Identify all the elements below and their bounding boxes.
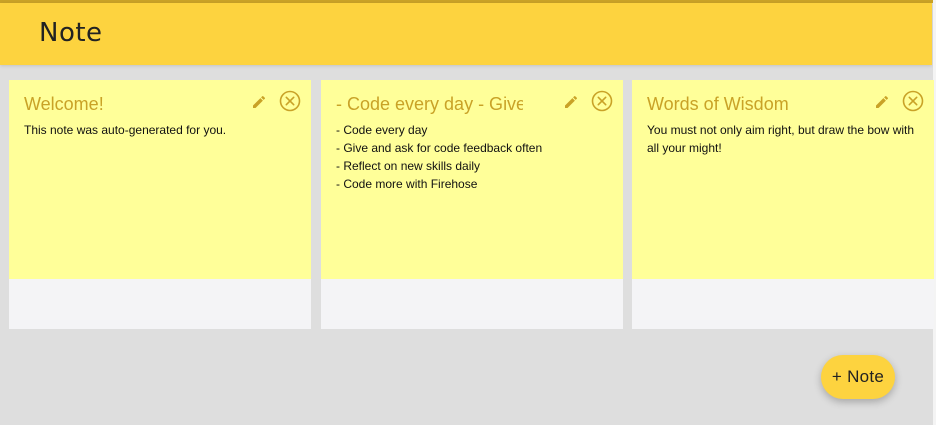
note-card: - Code every day - Give and ask for code…	[321, 80, 623, 329]
note-body[interactable]: - Code every day - Give and ask for code…	[336, 121, 614, 193]
note-body-line: You must not only aim right, but draw th…	[647, 123, 915, 155]
note-body-line: This note was auto-generated for you.	[24, 123, 227, 137]
pencil-icon[interactable]	[250, 91, 270, 111]
note-body-line: - Give and ask for code feedback often	[336, 141, 543, 155]
add-note-button[interactable]: + Note	[821, 355, 895, 399]
pencil-icon[interactable]	[873, 91, 893, 111]
note-card: Welcome! This note was auto-generated fo…	[9, 80, 311, 329]
note-card: Words of Wisdom You must not only aim ri…	[632, 80, 934, 329]
pencil-icon[interactable]	[562, 91, 582, 111]
note-body[interactable]: This note was auto-generated for you.	[24, 121, 302, 139]
close-circle-icon[interactable]	[591, 90, 613, 112]
note-title[interactable]: Welcome!	[24, 94, 239, 115]
close-circle-icon[interactable]	[902, 90, 924, 112]
note-body-line: - Code more with Firehose	[336, 177, 478, 191]
note-body-line: - Code every day	[336, 123, 428, 137]
close-circle-icon[interactable]	[279, 90, 301, 112]
note-title[interactable]: - Code every day - Give and ask for code…	[336, 94, 523, 115]
note-body-line: - Reflect on new skills daily	[336, 159, 481, 173]
app-root: Note Welcome! This note was auto-generat…	[0, 0, 936, 425]
note-body[interactable]: You must not only aim right, but draw th…	[647, 121, 917, 157]
note-title[interactable]: Words of Wisdom	[647, 94, 862, 115]
app-header: Note	[0, 3, 932, 65]
app-title: Note	[39, 18, 103, 48]
